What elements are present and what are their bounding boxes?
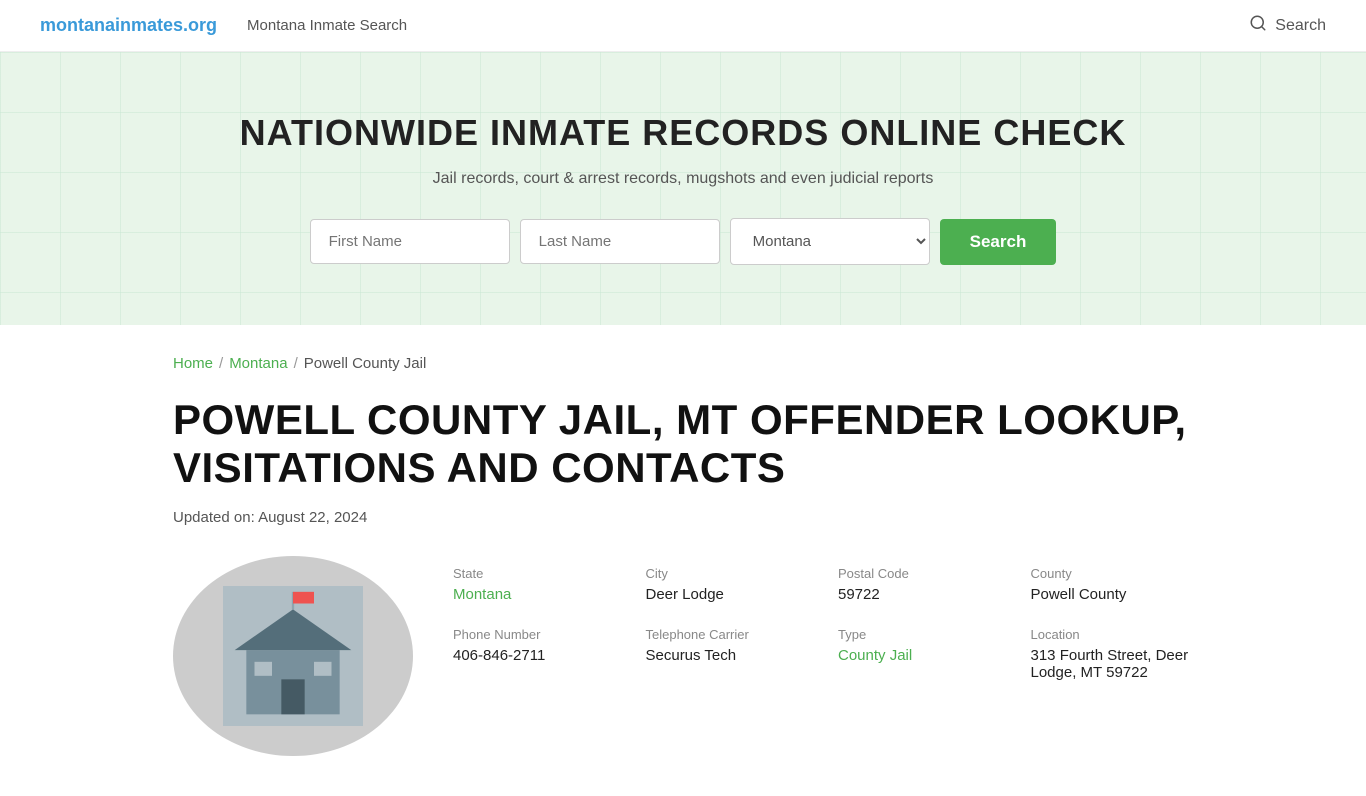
state-value[interactable]: Montana [453, 586, 616, 603]
search-icon [1249, 14, 1267, 37]
state-cell: State Montana [453, 566, 616, 603]
postal-cell: Postal Code 59722 [838, 566, 1001, 603]
location-label: Location [1031, 627, 1194, 642]
carrier-label: Telephone Carrier [646, 627, 809, 642]
breadcrumb-state[interactable]: Montana [229, 355, 287, 372]
breadcrumb-sep-2: / [294, 355, 298, 372]
county-value: Powell County [1031, 586, 1194, 603]
state-label: State [453, 566, 616, 581]
phone-cell: Phone Number 406-846-2711 [453, 627, 616, 681]
search-button[interactable]: Search [940, 219, 1057, 265]
hero-banner: NATIONWIDE INMATE RECORDS ONLINE CHECK J… [0, 52, 1366, 325]
info-grid: State Montana City Deer Lodge Postal Cod… [453, 556, 1193, 681]
location-value: 313 Fourth Street, Deer Lodge, MT 59722 [1031, 647, 1194, 681]
hero-subtitle: Jail records, court & arrest records, mu… [20, 170, 1346, 188]
county-cell: County Powell County [1031, 566, 1194, 603]
breadcrumb-current: Powell County Jail [304, 355, 427, 372]
city-cell: City Deer Lodge [646, 566, 809, 603]
carrier-cell: Telephone Carrier Securus Tech [646, 627, 809, 681]
site-logo[interactable]: montanainmates.org [40, 15, 217, 36]
header-search-button[interactable]: Search [1249, 14, 1326, 37]
info-section: State Montana City Deer Lodge Postal Cod… [173, 556, 1193, 756]
phone-label: Phone Number [453, 627, 616, 642]
facility-image [173, 556, 413, 756]
city-value: Deer Lodge [646, 586, 809, 603]
breadcrumb-sep-1: / [219, 355, 223, 372]
search-label: Search [1275, 17, 1326, 35]
type-value[interactable]: County Jail [838, 647, 1001, 664]
page-title: POWELL COUNTY JAIL, MT OFFENDER LOOKUP, … [173, 396, 1193, 493]
hero-title: NATIONWIDE INMATE RECORDS ONLINE CHECK [20, 112, 1346, 154]
search-form: Montana Alabama Alaska Arizona Arkansas … [20, 218, 1346, 265]
location-cell: Location 313 Fourth Street, Deer Lodge, … [1031, 627, 1194, 681]
county-label: County [1031, 566, 1194, 581]
header-left: montanainmates.org Montana Inmate Search [40, 15, 407, 36]
postal-label: Postal Code [838, 566, 1001, 581]
last-name-input[interactable] [520, 219, 720, 264]
carrier-value: Securus Tech [646, 647, 809, 664]
phone-value: 406-846-2711 [453, 647, 616, 664]
type-label: Type [838, 627, 1001, 642]
nav-text: Montana Inmate Search [247, 17, 407, 34]
breadcrumb: Home / Montana / Powell County Jail [173, 355, 1193, 372]
city-label: City [646, 566, 809, 581]
type-cell: Type County Jail [838, 627, 1001, 681]
updated-date: Updated on: August 22, 2024 [173, 509, 1193, 526]
header: montanainmates.org Montana Inmate Search… [0, 0, 1366, 52]
state-select[interactable]: Montana Alabama Alaska Arizona Arkansas … [730, 218, 930, 265]
postal-value: 59722 [838, 586, 1001, 603]
main-content: Home / Montana / Powell County Jail POWE… [133, 325, 1233, 796]
first-name-input[interactable] [310, 219, 510, 264]
breadcrumb-home[interactable]: Home [173, 355, 213, 372]
